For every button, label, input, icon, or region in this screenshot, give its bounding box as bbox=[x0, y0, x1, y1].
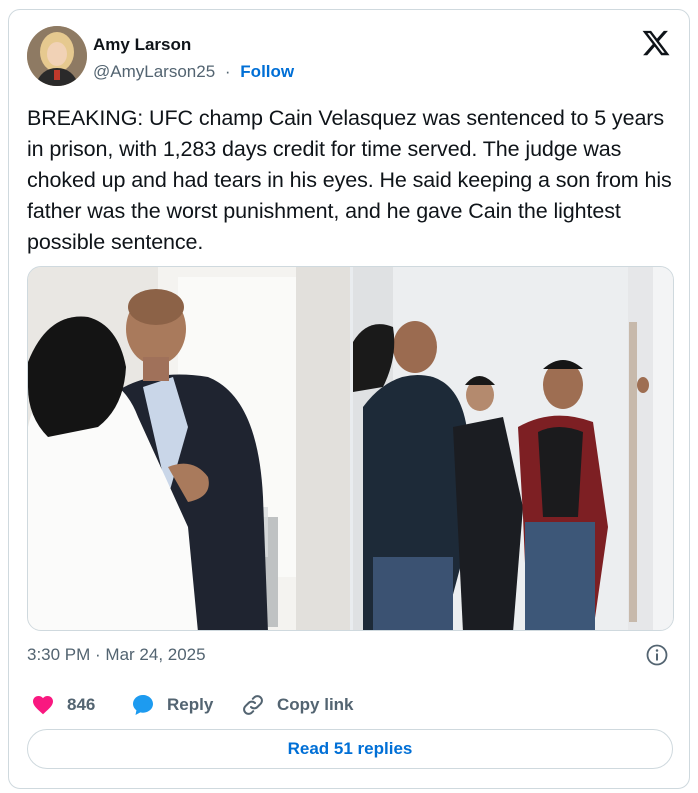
info-icon[interactable] bbox=[645, 643, 669, 667]
reply-bubble-icon bbox=[133, 695, 153, 715]
author-handle-row: @AmyLarson25 · Follow bbox=[93, 62, 294, 82]
author-handle[interactable]: @AmyLarson25 bbox=[93, 62, 215, 81]
heart-icon bbox=[33, 696, 53, 715]
read-replies-button[interactable]: Read 51 replies bbox=[27, 729, 673, 769]
like-button[interactable]: 846 bbox=[31, 693, 95, 717]
reply-label: Reply bbox=[167, 695, 214, 714]
tweet-timestamp[interactable]: 3:30 PM · Mar 24, 2025 bbox=[27, 645, 206, 665]
x-logo-icon[interactable] bbox=[641, 28, 671, 58]
reply-button[interactable]: Reply bbox=[131, 693, 213, 717]
action-bar: 846 Reply Copy link bbox=[27, 693, 667, 719]
tweet-text: BREAKING: UFC champ Cain Velasquez was s… bbox=[27, 106, 672, 254]
handle-separator: · bbox=[224, 62, 231, 81]
like-count: 846 bbox=[67, 695, 96, 714]
copy-link-button[interactable]: Copy link bbox=[241, 693, 354, 717]
author-avatar[interactable] bbox=[27, 26, 87, 86]
photo-group-hug[interactable] bbox=[353, 267, 673, 630]
photo-courtroom-embrace[interactable] bbox=[28, 267, 350, 630]
link-icon bbox=[243, 695, 263, 715]
tweet-media[interactable] bbox=[27, 266, 674, 631]
follow-button[interactable]: Follow bbox=[240, 62, 294, 81]
copy-link-label: Copy link bbox=[277, 695, 354, 714]
tweet-card: Amy Larson @AmyLarson25 · Follow BREAKIN… bbox=[8, 9, 690, 789]
author-name[interactable]: Amy Larson bbox=[93, 35, 191, 55]
